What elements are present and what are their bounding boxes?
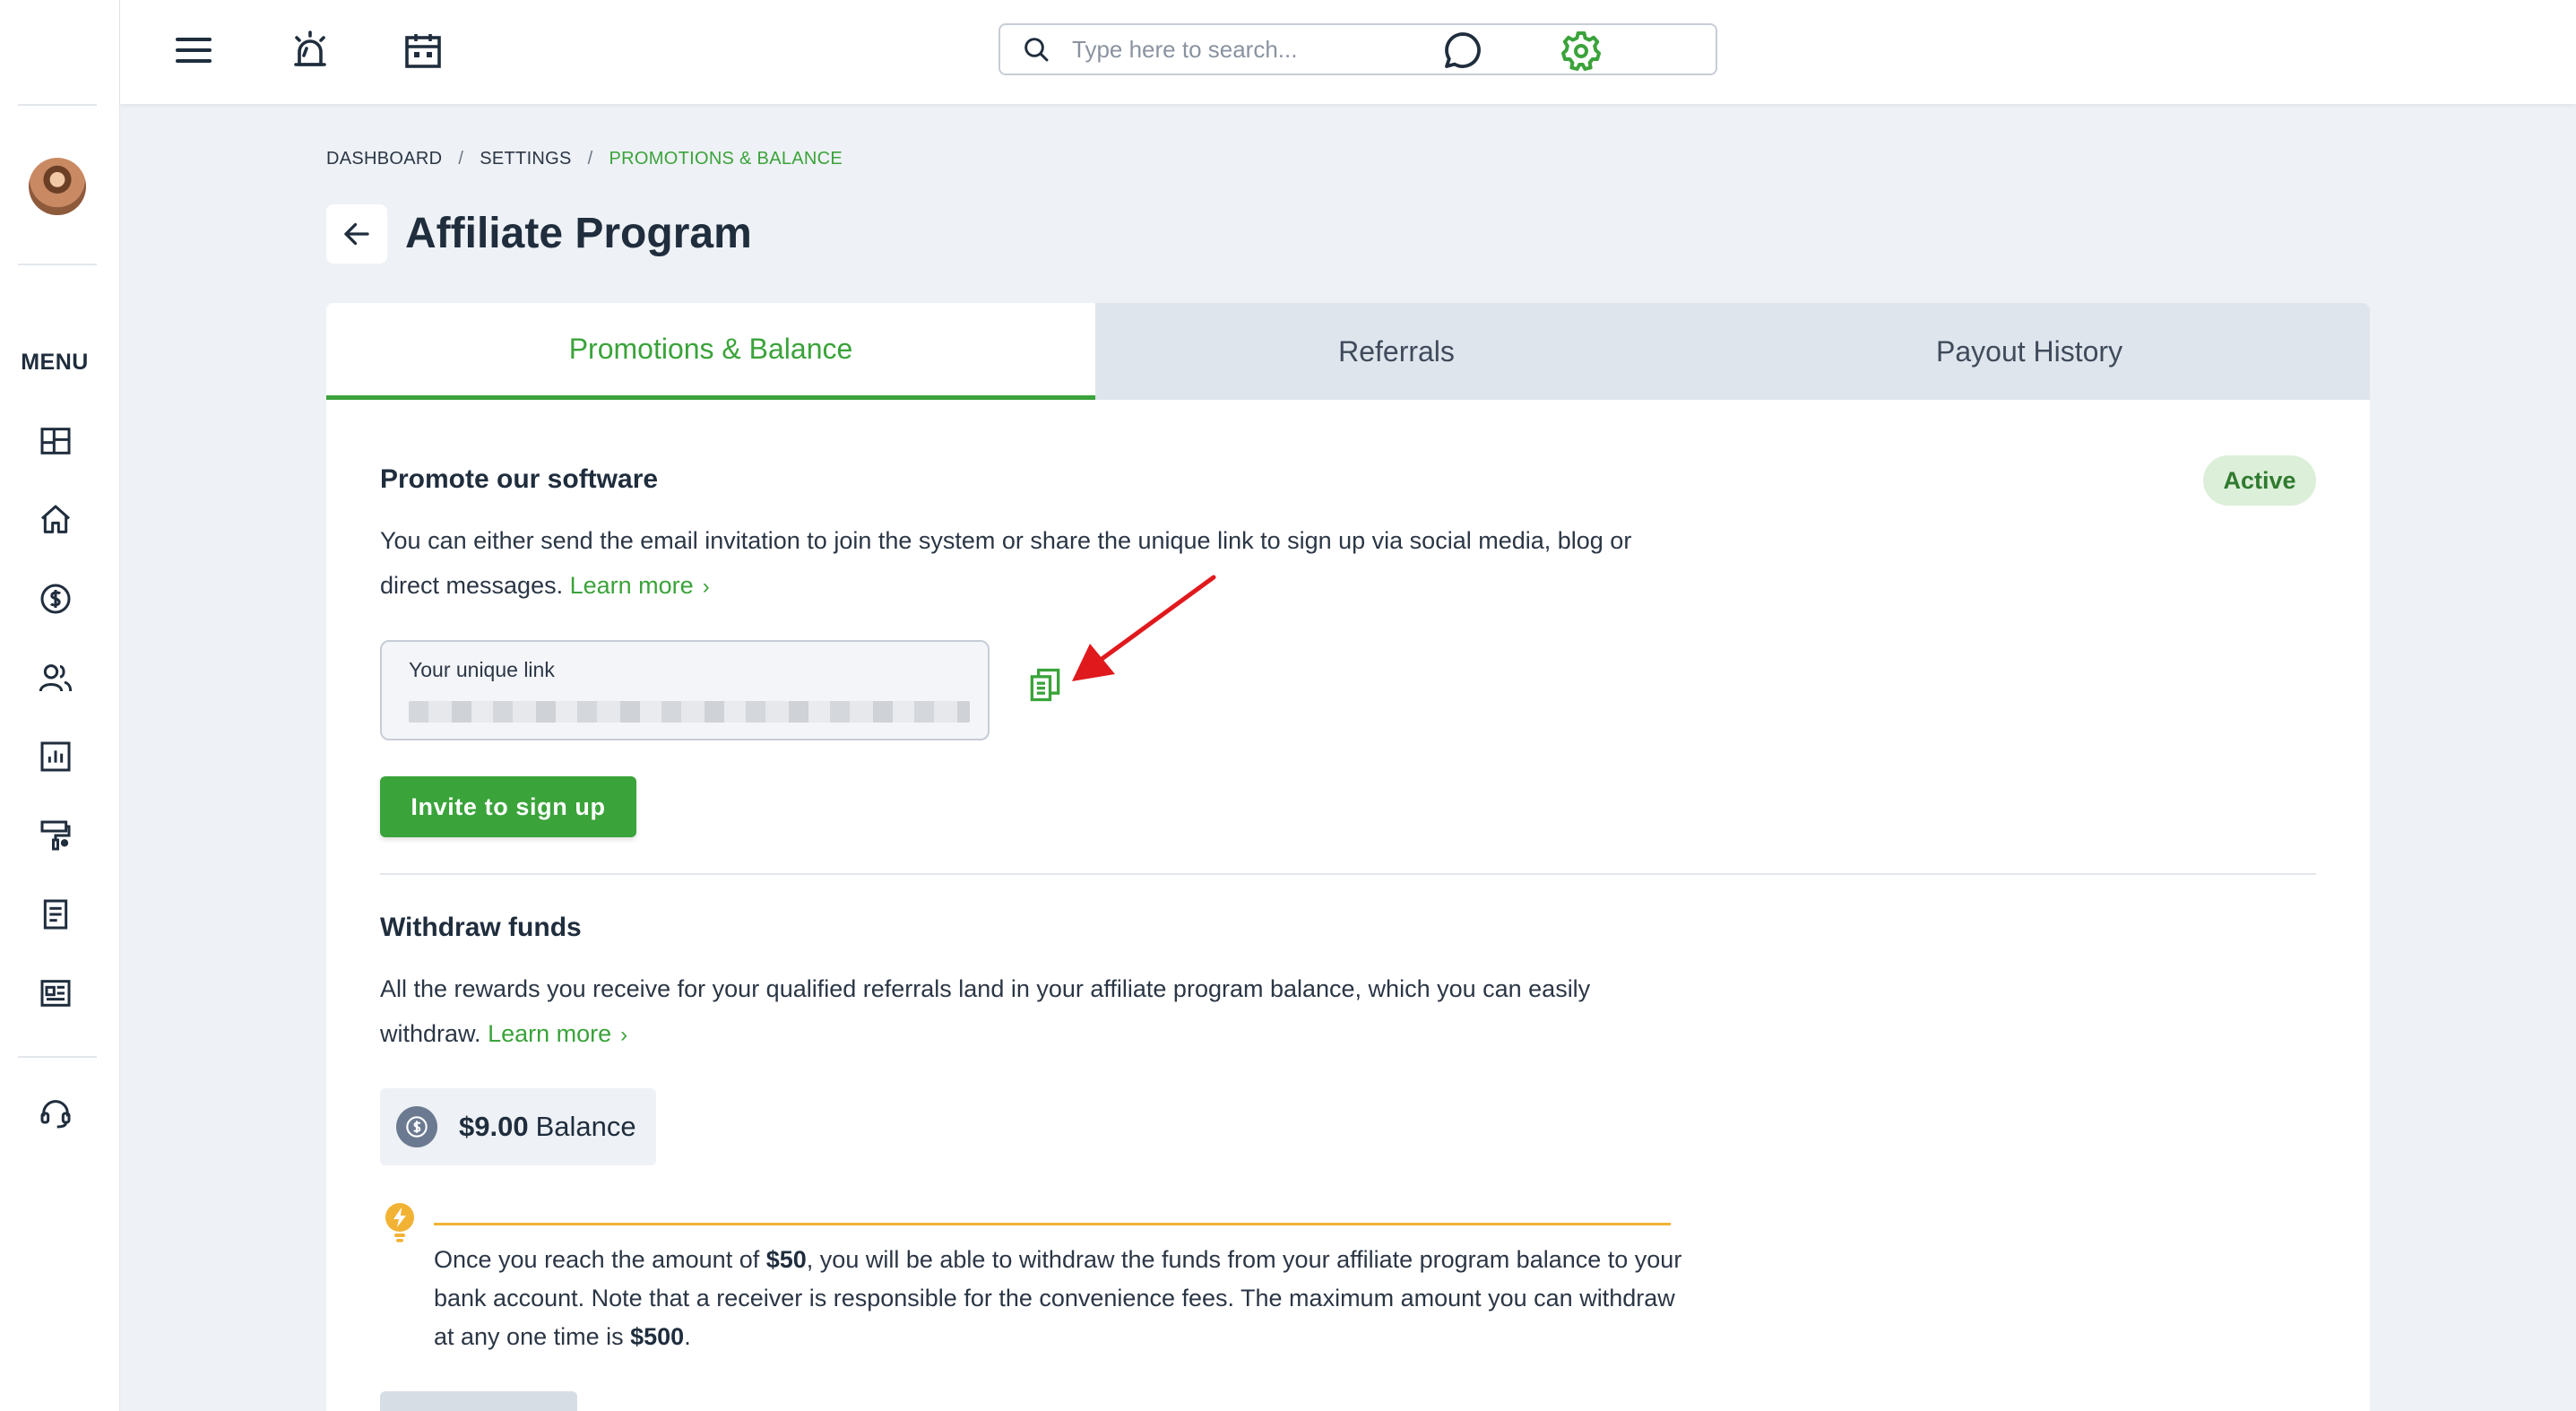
tab-promotions-balance[interactable]: Promotions & Balance xyxy=(326,303,1095,400)
sidebar-item-marketing[interactable] xyxy=(36,816,75,855)
tip-text-part: Once you reach the amount of xyxy=(434,1246,766,1273)
copy-icon xyxy=(1030,668,1060,702)
breadcrumb-dashboard[interactable]: DASHBOARD xyxy=(326,149,442,169)
tip-min-amount: $50 xyxy=(765,1246,807,1273)
unique-link-label: Your unique link xyxy=(409,658,555,681)
chevron-right-icon: › xyxy=(620,1023,628,1047)
sidebar-item-documents[interactable] xyxy=(36,895,75,934)
withdraw-description-line1: All the rewards you receive for your qua… xyxy=(380,975,1591,1002)
document-icon xyxy=(43,899,68,930)
withdraw-description-line2: withdraw. xyxy=(380,1020,481,1047)
calendar-button[interactable] xyxy=(398,25,448,75)
promote-learn-more-link[interactable]: Learn more › xyxy=(570,572,710,599)
learn-more-label: Learn more xyxy=(569,572,694,599)
search-box xyxy=(998,23,1717,75)
tip-divider xyxy=(434,1223,1671,1225)
unique-link-value-redacted xyxy=(409,701,970,723)
section-divider xyxy=(380,873,2316,875)
tab-bar: Promotions & Balance Referrals Payout Hi… xyxy=(326,303,2370,400)
withdraw-tip-text: Once you reach the amount of $50, you wi… xyxy=(434,1241,1689,1356)
home-icon xyxy=(41,505,70,533)
sidebar-divider xyxy=(18,264,97,265)
tab-referrals[interactable]: Referrals xyxy=(1095,303,1698,400)
hamburger-menu-button[interactable] xyxy=(169,25,219,75)
balance-chip: $9.00 Balance xyxy=(380,1088,656,1165)
copy-link-button[interactable] xyxy=(1025,665,1068,708)
hamburger-icon xyxy=(176,38,212,63)
top-bar xyxy=(120,0,2576,104)
avatar[interactable] xyxy=(29,158,86,215)
unique-link-field[interactable]: Your unique link xyxy=(380,640,990,740)
tip-max-amount: $500 xyxy=(630,1323,685,1350)
layout-grid-icon xyxy=(40,428,71,454)
breadcrumb-separator: / xyxy=(587,149,593,169)
search-icon xyxy=(1024,38,1049,62)
menu-label: MENU xyxy=(21,350,89,375)
sidebar-item-news[interactable] xyxy=(36,974,75,1013)
dollar-circle-icon xyxy=(40,584,71,614)
paint-roller-icon xyxy=(40,820,71,851)
sidebar: MENU xyxy=(0,0,120,1411)
sidebar-item-dashboard[interactable] xyxy=(36,421,75,461)
learn-more-label: Learn more xyxy=(488,1020,612,1047)
promote-title: Promote our software xyxy=(380,464,659,494)
withdraw-title: Withdraw funds xyxy=(380,913,582,942)
breadcrumb: DASHBOARD / SETTINGS / PROMOTIONS & BALA… xyxy=(326,149,843,169)
annotation-arrow xyxy=(1072,575,1216,681)
newspaper-icon xyxy=(40,980,71,1007)
alarm-icon xyxy=(294,30,326,66)
lightbulb-icon xyxy=(385,1203,414,1242)
gear-icon xyxy=(1561,31,1601,71)
promote-description-line2: direct messages. xyxy=(380,572,564,599)
invite-to-sign-up-button[interactable]: Invite to sign up xyxy=(380,776,636,837)
alerts-button[interactable] xyxy=(285,25,335,75)
chevron-right-icon: › xyxy=(702,575,710,599)
chat-button[interactable] xyxy=(1438,25,1488,75)
users-icon xyxy=(39,664,73,692)
tab-payout-history[interactable]: Payout History xyxy=(1698,303,2370,400)
status-badge: Active xyxy=(2203,455,2316,506)
chat-bubble-icon xyxy=(1445,32,1481,68)
promote-description: You can either send the email invitation… xyxy=(380,518,1689,610)
breadcrumb-current: PROMOTIONS & BALANCE xyxy=(609,149,843,169)
sidebar-divider xyxy=(18,104,97,106)
tip-text-part: . xyxy=(684,1323,691,1350)
balance-amount: $9.00 xyxy=(459,1111,529,1142)
promote-description-line1: You can either send the email invitation… xyxy=(380,527,1632,554)
affiliate-card: Promotions & Balance Referrals Payout Hi… xyxy=(326,303,2370,1411)
bar-chart-icon xyxy=(40,741,71,772)
settings-button[interactable] xyxy=(1556,25,1606,75)
coin-icon xyxy=(396,1106,437,1147)
back-button[interactable] xyxy=(326,204,387,264)
headset-icon xyxy=(40,1100,71,1129)
calendar-icon xyxy=(405,34,441,68)
sidebar-item-support[interactable] xyxy=(36,1094,75,1133)
arrow-left-icon xyxy=(344,222,369,246)
sidebar-item-reports[interactable] xyxy=(36,737,75,776)
breadcrumb-separator: / xyxy=(458,149,464,169)
balance-label: Balance xyxy=(535,1111,636,1142)
withdraw-description: All the rewards you receive for your qua… xyxy=(380,966,1689,1058)
sidebar-item-customers[interactable] xyxy=(36,658,75,697)
withdraw-learn-more-link[interactable]: Learn more › xyxy=(488,1020,627,1047)
page-title: Affiliate Program xyxy=(405,210,752,257)
withdraw-button-disabled[interactable] xyxy=(380,1391,577,1411)
sidebar-item-payments[interactable] xyxy=(36,579,75,619)
sidebar-item-home[interactable] xyxy=(36,500,75,540)
sidebar-divider xyxy=(18,1056,97,1058)
breadcrumb-settings[interactable]: SETTINGS xyxy=(480,149,571,169)
